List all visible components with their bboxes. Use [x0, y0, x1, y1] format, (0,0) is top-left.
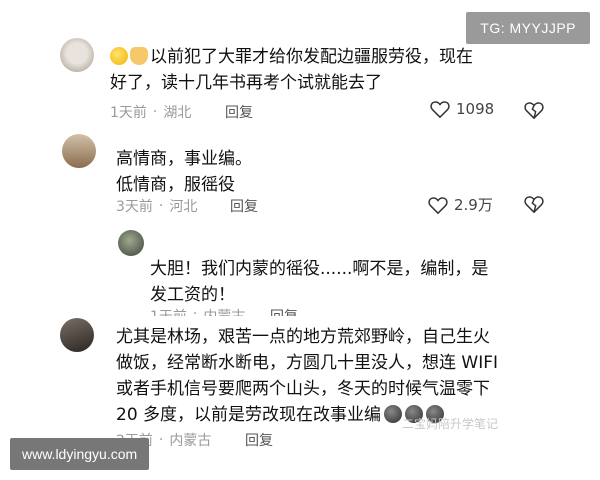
reply-button[interactable]: 回复: [270, 306, 298, 316]
comment-text: 以前犯了大罪才给你发配边疆服劳役，现在 好了，读十几年书再考个试就能去了: [110, 47, 473, 93]
avatar[interactable]: [118, 230, 144, 256]
website-badge: www.ldyingyu.com: [10, 438, 150, 470]
reply-button[interactable]: 回复: [225, 102, 253, 122]
reply-button[interactable]: 回复: [245, 430, 273, 450]
emoji-icon: [384, 405, 403, 423]
comment-meta: 1天前 · 湖北: [110, 104, 192, 121]
dislike-icon[interactable]: [524, 195, 544, 213]
comment-text: 大胆！我们内蒙的徭役......啊不是，编制，是 发工资的！: [150, 259, 489, 305]
heart-icon: [428, 196, 448, 214]
like-button[interactable]: 1098: [430, 100, 494, 118]
dislike-icon[interactable]: [524, 101, 544, 119]
location: 湖北: [163, 105, 192, 121]
avatar[interactable]: [60, 38, 94, 72]
comment-meta: 1天前 · 内蒙古: [150, 306, 245, 316]
comment-text: 高情商，事业编。 低情商，服徭役: [116, 149, 252, 195]
like-button[interactable]: 2.9万: [428, 194, 493, 215]
comment-meta: 3天前 · 河北: [116, 198, 198, 215]
reply-button[interactable]: 回复: [230, 196, 258, 216]
watermark: 二宝妈陪升学笔记: [402, 417, 499, 431]
timestamp: 1天前: [150, 306, 187, 316]
comment-text: 尤其是林场，艰苦一点的地方荒郊野岭，自己生火 做饭，经常断水断电，方圆几十里没人…: [116, 327, 499, 425]
avatar[interactable]: [62, 134, 96, 168]
ok-hand-emoji-icon: [130, 47, 148, 65]
heart-icon: [430, 100, 450, 118]
location: 内蒙古: [203, 306, 245, 316]
timestamp: 1天前: [110, 105, 147, 121]
timestamp: 3天前: [116, 199, 153, 215]
like-count: 2.9万: [454, 196, 493, 214]
avatar[interactable]: [60, 318, 94, 352]
location: 河北: [169, 199, 198, 215]
telegram-badge: TG: MYYJJPP: [466, 12, 590, 44]
like-count: 1098: [456, 100, 495, 118]
location: 内蒙古: [169, 433, 212, 449]
laughing-emoji-icon: [110, 47, 128, 65]
